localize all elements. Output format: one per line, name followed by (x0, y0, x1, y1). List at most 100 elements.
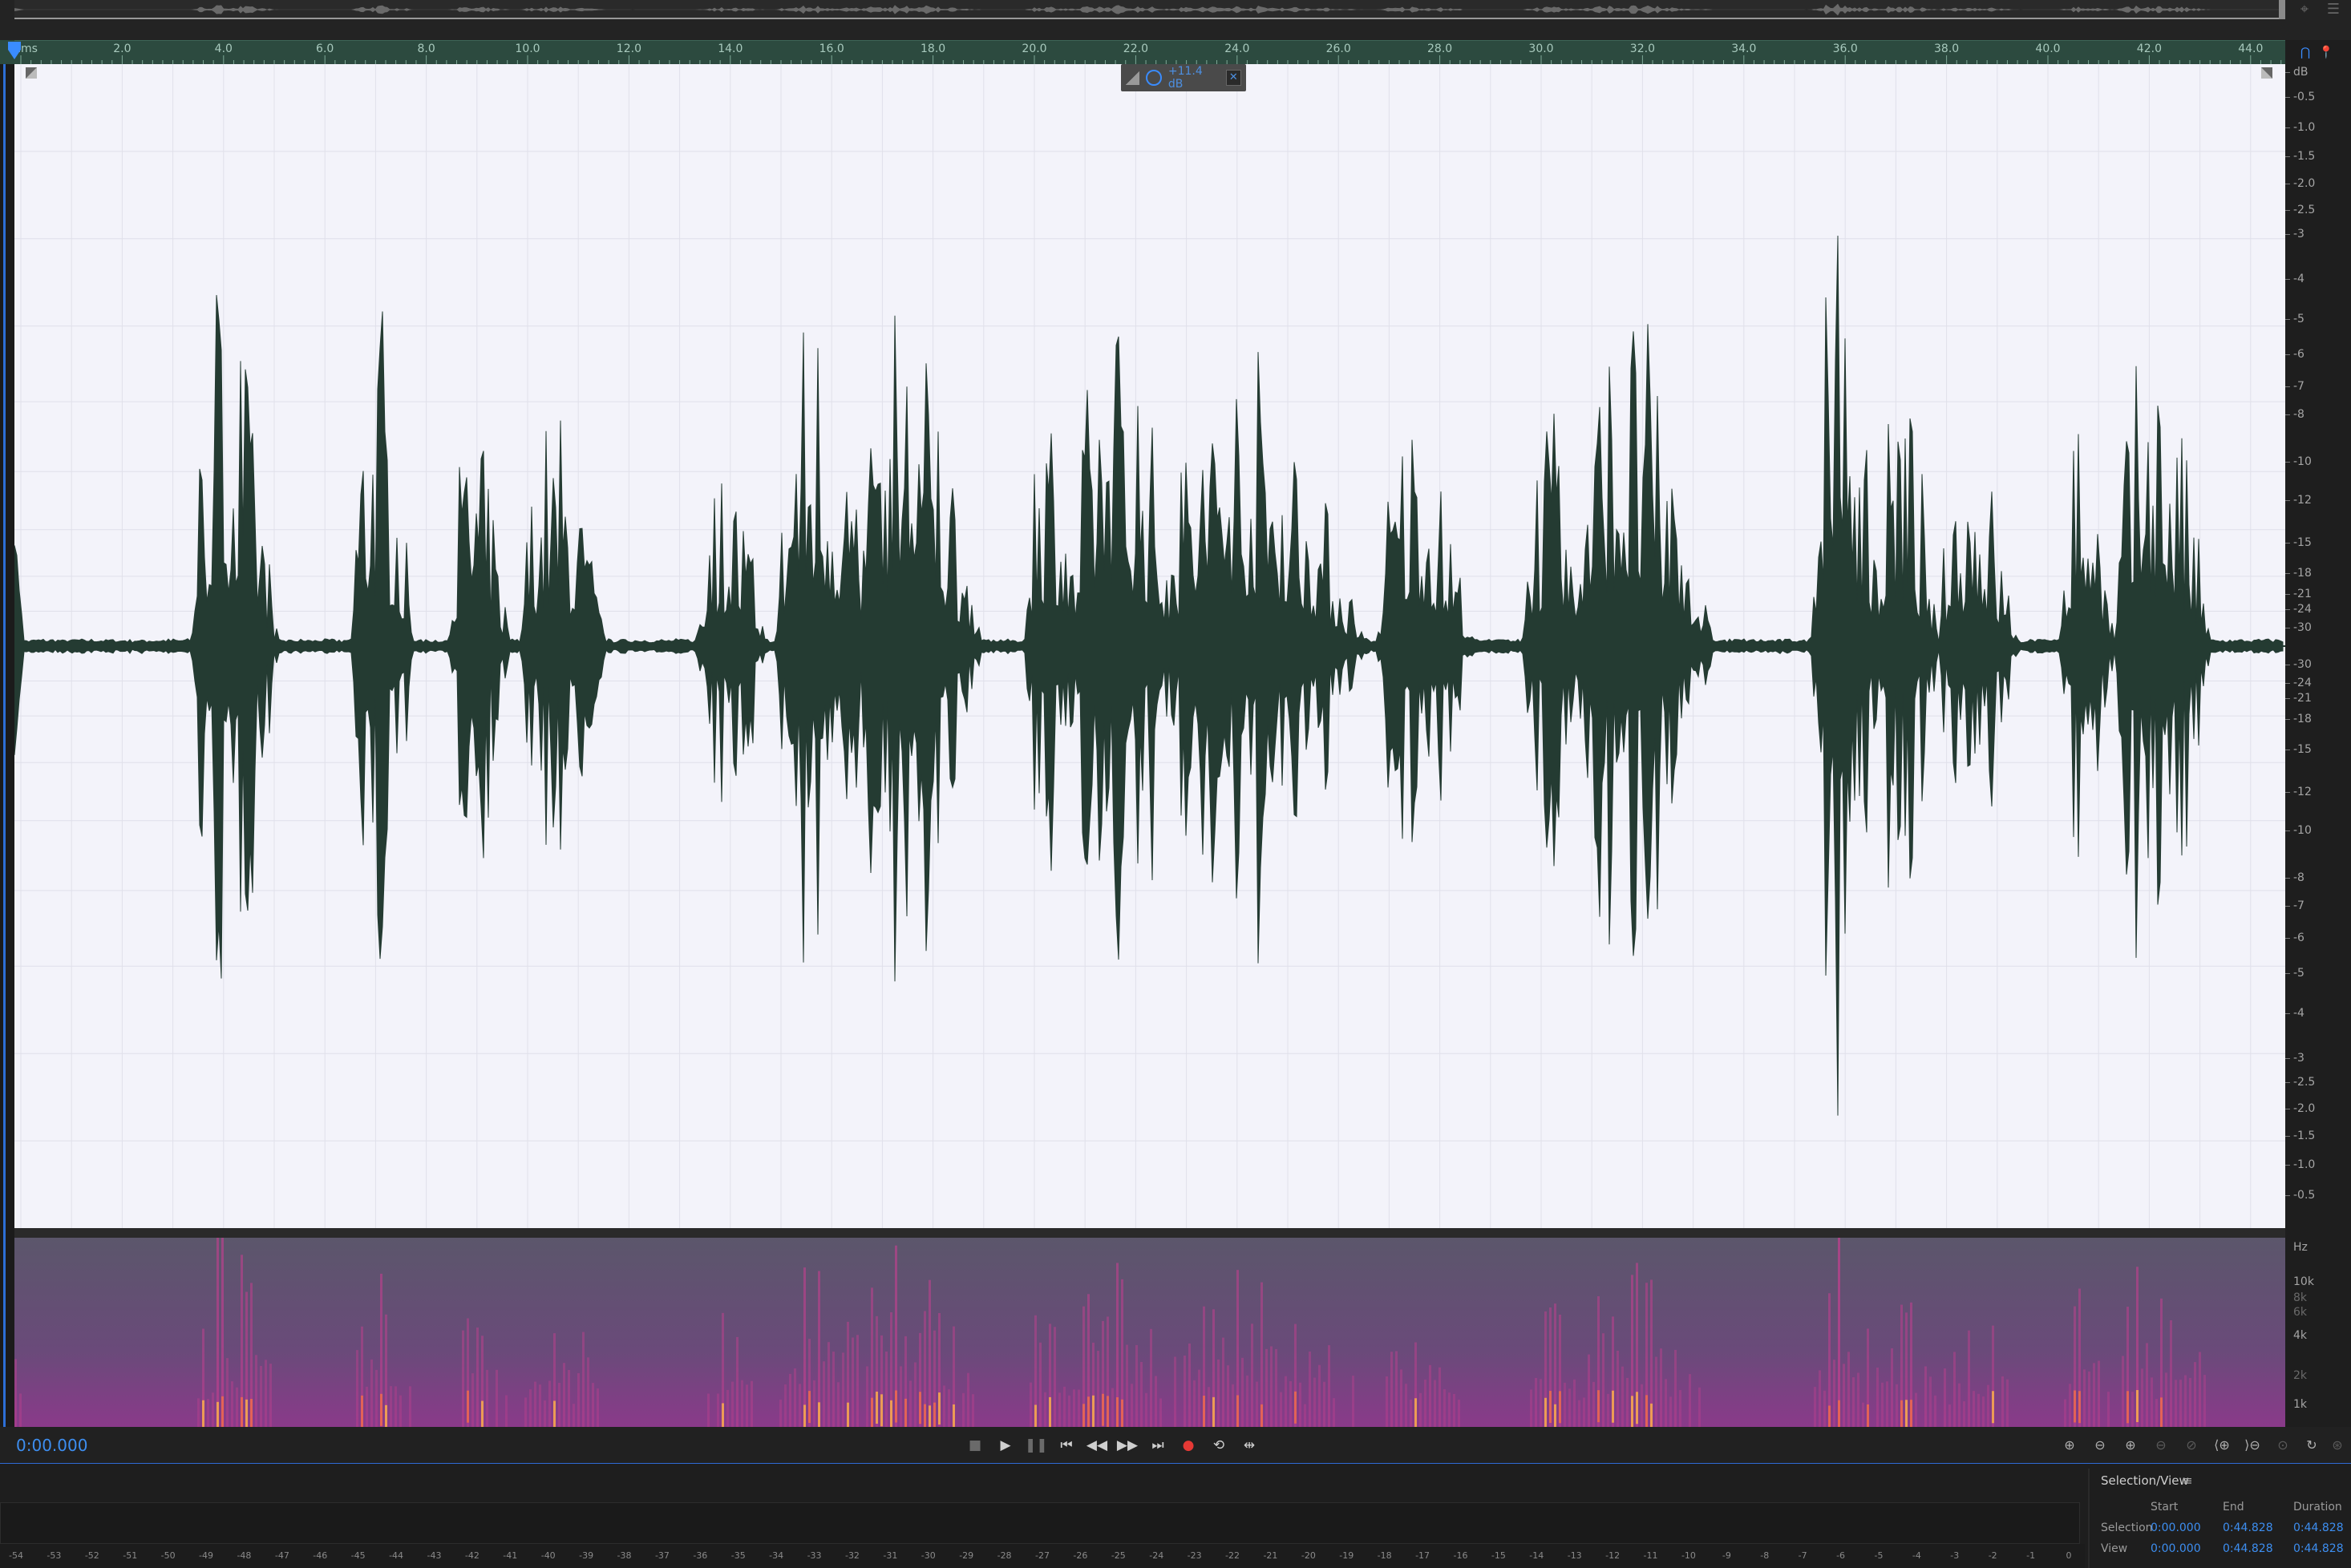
db-scale-label: -10 (2285, 823, 2312, 837)
meter-scale-label: -19 (1339, 1550, 1354, 1561)
meter-scale-label: -42 (464, 1550, 480, 1561)
marker-pin-icon[interactable]: 📍 (2317, 43, 2335, 61)
level-meter[interactable]: -54 -53 -52 -51 -50 -49 -48 -47 -46 -45 -44 -43 -42-… (0, 1544, 2085, 1568)
db-scale-label: -6 (2285, 348, 2304, 362)
db-scale-label: -0.5 (2284, 90, 2316, 103)
zoom-out-amplitude-button[interactable]: ⊖ (2088, 1433, 2112, 1457)
gain-knob[interactable] (1146, 70, 1162, 86)
transport-bar (0, 1427, 2351, 1464)
fast-forward-icon: ▶▶ (1116, 1437, 1139, 1453)
hz-scale-label: 10k (2293, 1275, 2314, 1288)
zoom-settings-icon: ⊛ (2332, 1437, 2343, 1453)
meter-scale-label: -37 (654, 1550, 670, 1561)
meter-scale-label: -11 (1643, 1550, 1658, 1561)
hz-scale-label: 1k (2293, 1398, 2308, 1411)
view-duration-value[interactable]: 0:44.828 (2293, 1542, 2344, 1555)
db-scale-label: -8 (2285, 871, 2304, 885)
spectral-frequency-display[interactable] (14, 1238, 2285, 1427)
db-scale-label: -2.5 (2284, 1076, 2316, 1089)
amplitude-ruler-toolbar: ⋂ 📍 (2285, 40, 2351, 64)
ruler-tick-label: 16.0 (819, 42, 844, 55)
loop-button[interactable]: ⟲ (1208, 1433, 1230, 1457)
zoom-selection-icon: ⟨⊕ (2214, 1437, 2230, 1453)
time-ruler[interactable]: hms 2.0 4.0 6.0 8.0 10.0 12.0 14.0 16.0 18.0 20.0… (14, 40, 2285, 65)
panel-menu-icon[interactable]: ☰ (2322, 2, 2345, 18)
zoom-full-icon: ⊘ (2186, 1437, 2197, 1453)
panel-menu-icon[interactable]: ≡ (2183, 1473, 2193, 1488)
db-scale-label: -4 (2285, 1007, 2304, 1020)
zoom-settings-button[interactable]: ⊛ (2325, 1433, 2349, 1457)
snap-magnet-icon[interactable]: ⋂ (2296, 43, 2314, 61)
meter-scale-label: -17 (1415, 1550, 1430, 1561)
selection-start-value[interactable]: 0:00.000 (2151, 1522, 2201, 1534)
db-scale-label: -1.5 (2284, 150, 2316, 164)
overview-scroll-handle[interactable] (2279, 0, 2285, 19)
zoom-out-time-button[interactable]: ⊖ (2149, 1433, 2173, 1457)
fast-forward-button[interactable]: ▶▶ (1116, 1433, 1139, 1457)
waveform-graphic (14, 64, 2285, 1228)
zoom-in-amplitude-icon: ⊕ (2064, 1437, 2075, 1453)
zoom-in-time-icon: ⊕ (2125, 1437, 2136, 1453)
meter-scale-label: -39 (579, 1550, 594, 1561)
current-time-display[interactable]: 0:00.000 (16, 1436, 87, 1455)
overview-waveform[interactable] (14, 0, 2285, 19)
skip-selection-button[interactable]: ⇹ (1238, 1433, 1260, 1457)
selection-end-value[interactable]: 0:44.828 (2223, 1522, 2273, 1534)
header-end: End (2223, 1501, 2244, 1513)
zoom-in-amplitude-button[interactable]: ⊕ (2058, 1433, 2082, 1457)
zoom-right-edge-icon: ⊙ (2277, 1437, 2288, 1453)
rewind-button[interactable]: ◀◀ (1086, 1433, 1108, 1457)
ruler-tick-label: 28.0 (1427, 42, 1453, 55)
zoom-to-left-edge-button[interactable]: ⟩⊖ (2240, 1433, 2264, 1457)
ruler-tick-label: 4.0 (214, 42, 233, 55)
meter-scale-label: -48 (237, 1550, 252, 1561)
amplitude-ruler[interactable]: dB -0.5 -1.0 -1.5 -2.0 -2.5 -3 -4 -5 -6 -7 -8 -10 -1… (2284, 64, 2351, 1228)
selection-view-panel: Selection/View ≡ Start End Duration Sele… (2088, 1469, 2351, 1568)
spectrogram-graphic (14, 1238, 2285, 1427)
db-scale-label: -0.5 (2284, 1189, 2316, 1202)
go-to-start-button[interactable]: ⏮ (1055, 1433, 1078, 1457)
db-scale-label: -15 (2285, 743, 2312, 757)
pin-hud-icon[interactable]: ✕ (1225, 70, 1241, 86)
selection-duration-value[interactable]: 0:44.828 (2293, 1522, 2344, 1534)
play-button[interactable]: ▶ (994, 1433, 1017, 1457)
view-end-value[interactable]: 0:44.828 (2223, 1542, 2273, 1555)
zoom-reset-icon: ↻ (2306, 1437, 2317, 1453)
db-scale-label: -1.0 (2284, 120, 2316, 134)
fade-out-handle-icon[interactable] (2261, 67, 2272, 79)
meter-scale-label: -9 (1722, 1550, 1731, 1561)
ramp-icon (1126, 71, 1140, 85)
waveform-display[interactable] (14, 64, 2285, 1228)
meter-scale-label: -22 (1225, 1550, 1240, 1561)
zoom-in-time-button[interactable]: ⊕ (2118, 1433, 2143, 1457)
frequency-ruler[interactable]: Hz 10k 8k 6k 4k 2k 1k (2285, 1238, 2351, 1427)
view-start-value[interactable]: 0:00.000 (2151, 1542, 2201, 1555)
zoom-in-selection-button[interactable]: ⟨⊕ (2210, 1433, 2234, 1457)
ruler-tick-label: 40.0 (2035, 42, 2061, 55)
db-scale-label: -1.5 (2284, 1129, 2316, 1142)
header-start: Start (2151, 1501, 2179, 1513)
fade-in-handle-icon[interactable] (26, 67, 37, 79)
gain-hud[interactable]: +11.4 dB ✕ (1121, 64, 1246, 91)
overview-panel[interactable]: ⌖ ☰ (0, 0, 2351, 40)
record-button[interactable]: ● (1177, 1433, 1200, 1457)
pause-button[interactable]: ❚❚ (1025, 1433, 1048, 1457)
ruler-tick-label: 36.0 (1832, 42, 1858, 55)
zoom-navigator-icon[interactable]: ⌖ (2293, 2, 2316, 18)
meter-scale-label: -1 (2026, 1550, 2036, 1561)
meter-scale-label: -30 (921, 1550, 936, 1561)
meter-scale-label: -18 (1377, 1550, 1392, 1561)
meter-scale-label: -15 (1491, 1550, 1506, 1561)
db-scale-label: -30 (2285, 657, 2312, 671)
zoom-out-full-button[interactable]: ⊘ (2179, 1433, 2203, 1457)
meter-scale-label: -38 (617, 1550, 632, 1561)
spectral-splitter[interactable] (14, 1228, 2285, 1238)
zoom-out-time-icon: ⊖ (2155, 1437, 2167, 1453)
stop-button[interactable]: ■ (964, 1433, 986, 1457)
zoom-reset-button[interactable]: ↻ (2300, 1433, 2324, 1457)
playhead-marker[interactable] (8, 42, 21, 59)
ruler-tick-label: 24.0 (1224, 42, 1250, 55)
db-scale-label: -5 (2285, 967, 2304, 980)
zoom-to-right-edge-button[interactable]: ⊙ (2271, 1433, 2295, 1457)
go-to-end-button[interactable]: ⏭ (1147, 1433, 1169, 1457)
